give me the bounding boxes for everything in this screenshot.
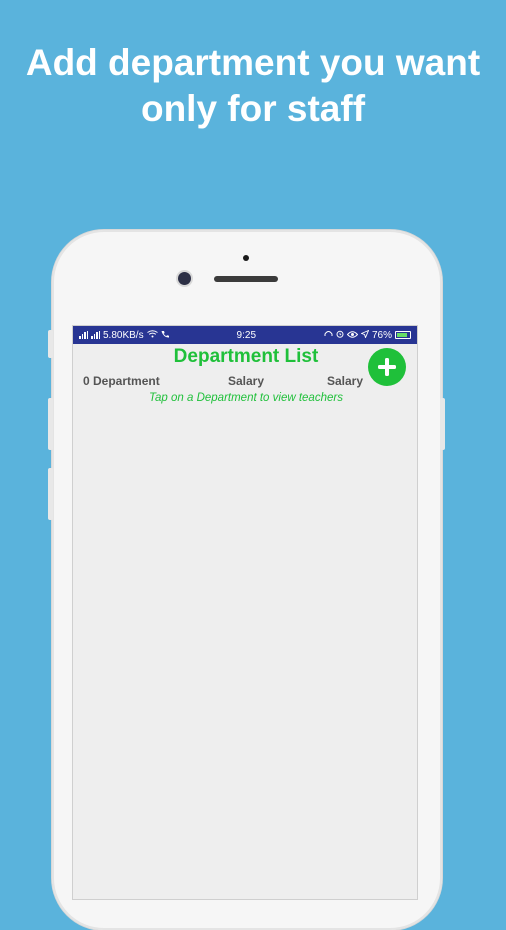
earpiece-speaker	[214, 276, 278, 282]
battery-percent: 76%	[371, 329, 392, 341]
phone-volume-up	[48, 398, 53, 450]
column-salary: Salary	[228, 374, 265, 388]
column-salary-2: Salary	[327, 374, 364, 388]
plus-icon	[378, 358, 396, 376]
add-department-button[interactable]	[368, 348, 406, 386]
status-time: 9:25	[236, 329, 257, 341]
phone-mute-switch	[48, 330, 53, 358]
signal-2-icon	[91, 331, 100, 339]
signal-icon	[79, 331, 88, 339]
column-department-count: 0 Department	[83, 374, 160, 388]
proximity-sensor	[243, 255, 249, 261]
battery-icon	[394, 331, 411, 339]
headline-line-1: Add department you want	[25, 42, 481, 83]
front-camera	[178, 272, 191, 285]
location-icon	[360, 329, 370, 341]
alarm-icon	[336, 330, 344, 341]
headline-line-2: only for staff	[140, 88, 366, 129]
network-speed: 5.80KB/s	[103, 329, 144, 341]
promo-headline: Add department you want only for staff	[0, 40, 506, 132]
column-headers: 0 Department Salary Salary	[83, 374, 365, 388]
phone-call-icon	[161, 330, 169, 341]
phone-power-button	[440, 398, 445, 450]
wifi-icon	[146, 329, 158, 341]
headset-icon	[324, 330, 333, 341]
eye-icon	[346, 330, 359, 341]
page-title: Department List	[173, 346, 319, 367]
hint-text: Tap on a Department to view teachers	[149, 392, 343, 404]
status-bar: 5.80KB/s 9:25 76%	[73, 326, 417, 344]
phone-volume-down	[48, 468, 53, 520]
phone-screen: 5.80KB/s 9:25 76% Department List 0 Depa…	[72, 325, 418, 900]
